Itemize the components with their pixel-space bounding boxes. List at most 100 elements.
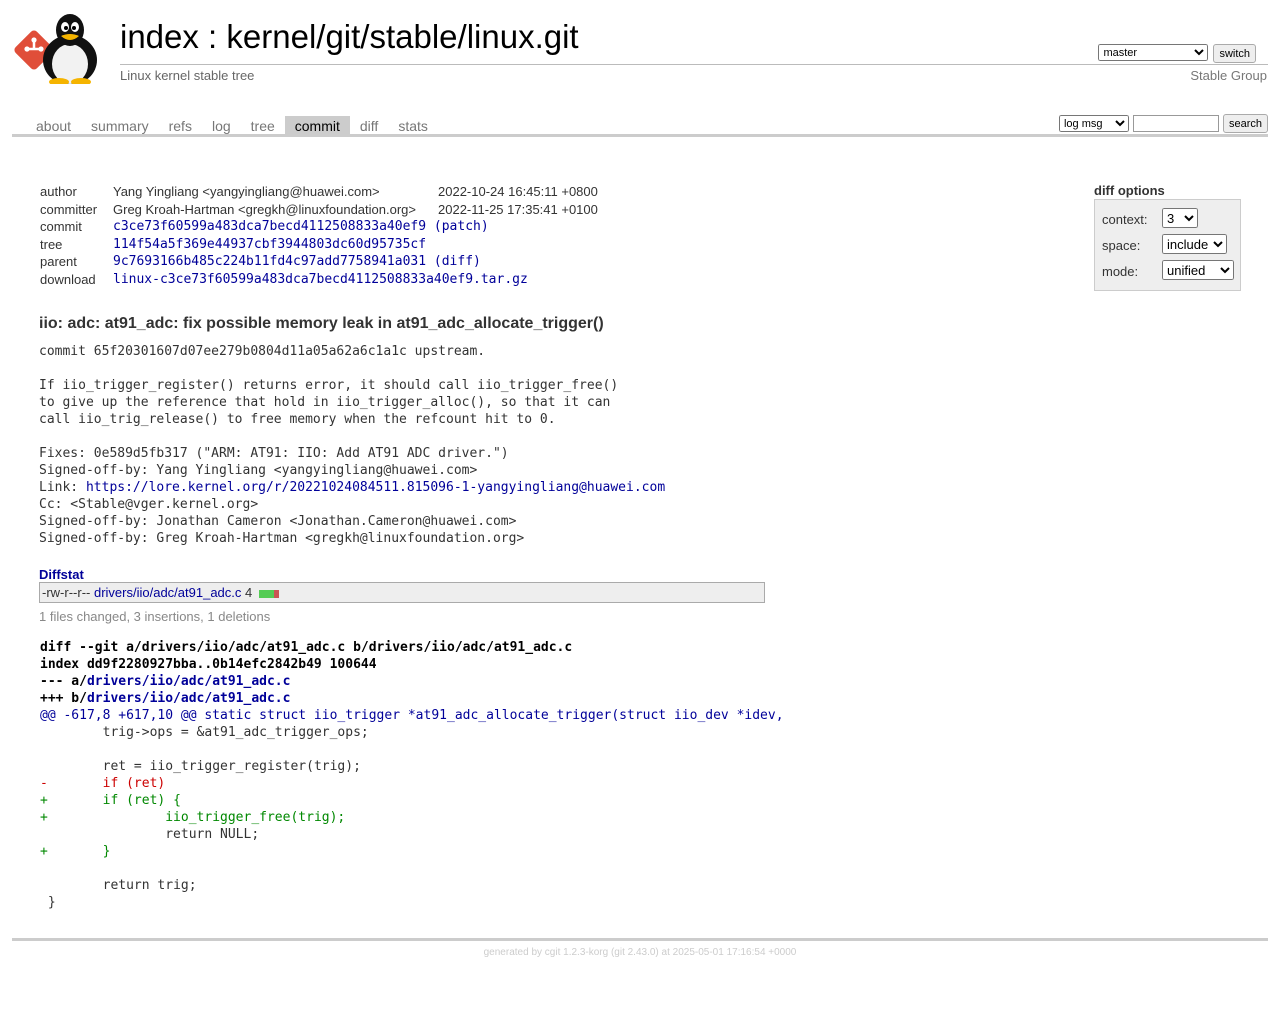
diff-line [40, 860, 784, 877]
tab-stats[interactable]: stats [388, 116, 438, 134]
search-button[interactable]: search [1222, 114, 1268, 133]
download-label: download [40, 271, 96, 287]
message-line: Fixes: 0e589d5fb317 ("ARM: AT91: IIO: Ad… [39, 446, 509, 461]
tab-bar: about summary refs log tree commit diff … [12, 114, 1268, 137]
branch-switch-form: master switch [1098, 44, 1256, 63]
diffstat-table: -rw-r--r-- drivers/iio/adc/at91_adc.c 4 [39, 582, 765, 603]
diff-line-added: + if (ret) { [40, 793, 181, 808]
plus-prefix: +++ b/ [40, 691, 87, 706]
commit-hash-group: c3ce73f60599a483dca7becd4112508833a40ef9… [113, 219, 489, 235]
context-option-row: context: 3 [1102, 206, 1234, 232]
old-file-link[interactable]: drivers/iio/adc/at91_adc.c [87, 674, 291, 689]
footer-version: (git 2.43.0) at 2025-05-01 17:16:54 +000… [608, 947, 797, 958]
diff-line: return trig; [40, 878, 197, 893]
space-label: space: [1102, 238, 1141, 253]
tab-summary[interactable]: summary [81, 116, 159, 134]
repo-description: Linux kernel stable tree [120, 68, 255, 83]
message-link-line: Link: https://lore.kernel.org/r/20221024… [39, 479, 665, 496]
message-line: Cc: <Stable@vger.kernel.org> [39, 497, 259, 512]
author-date: 2022-10-24 16:45:11 +0800 [438, 184, 598, 199]
diff-plus-header: +++ b/drivers/iio/adc/at91_adc.c [40, 690, 784, 707]
switch-button[interactable]: switch [1213, 44, 1256, 63]
download-link[interactable]: linux-c3ce73f60599a483dca7becd4112508833… [113, 272, 528, 287]
tab-refs[interactable]: refs [159, 116, 202, 134]
diff-line-deleted: - if (ret) [40, 776, 166, 791]
message-line: to give up the reference that hold in ii… [39, 395, 611, 410]
footer-divider [12, 938, 1268, 941]
parent-hash-group: 9c7693166b485c224b11fd4c97add7758941a031… [113, 254, 481, 270]
message-line: Signed-off-by: Jonathan Cameron <Jonatha… [39, 514, 517, 529]
context-select[interactable]: 3 [1162, 208, 1198, 228]
repo-owner: Stable Group [1190, 68, 1267, 83]
index-link[interactable]: index [120, 18, 199, 55]
page-title: index : kernel/git/stable/linux.git [120, 18, 579, 56]
repo-path-link[interactable]: kernel/git/stable/linux.git [226, 18, 578, 55]
diff-line: } [40, 895, 56, 910]
message-line: If iio_trigger_register() returns error,… [39, 378, 619, 393]
footer-prefix: generated by [483, 947, 545, 958]
parent-label: parent [40, 254, 77, 270]
diffstat-link[interactable]: Diffstat [39, 567, 84, 582]
parent-hash-link[interactable]: 9c7693166b485c224b11fd4c97add7758941a031 [113, 254, 426, 269]
cgit-link[interactable]: cgit 1.2.3-korg [545, 947, 608, 958]
mode-select[interactable]: unified [1162, 260, 1234, 280]
commit-hash-link[interactable]: c3ce73f60599a483dca7becd4112508833a40ef9 [113, 219, 426, 234]
diffstat-row: -rw-r--r-- drivers/iio/adc/at91_adc.c 4 [42, 585, 279, 601]
diffstat-changes: 4 [245, 585, 253, 600]
diffstat-bar [258, 586, 279, 601]
diffstat-file-link[interactable]: drivers/iio/adc/at91_adc.c [94, 585, 241, 600]
diff-minus-header: --- a/drivers/iio/adc/at91_adc.c [40, 673, 784, 690]
space-select[interactable]: include [1162, 234, 1227, 254]
tab-about[interactable]: about [26, 116, 81, 134]
tree-hash-group: 114f54a5f369e44937cbf3944803dc60d95735cf [113, 237, 426, 252]
message-line [39, 428, 665, 445]
tab-log[interactable]: log [202, 116, 241, 134]
title-separator: : [198, 18, 227, 55]
patch-link[interactable]: patch [442, 219, 481, 234]
message-line: commit 65f20301607d07ee279b0804d11a05a62… [39, 344, 486, 359]
tab-tree[interactable]: tree [241, 116, 285, 134]
git-penguin-logo[interactable] [14, 12, 110, 86]
tree-label: tree [40, 236, 63, 252]
message-line: call iio_trig_release() to free memory w… [39, 412, 556, 427]
commit-subject: iio: adc: at91_adc: fix possible memory … [39, 315, 604, 332]
lore-link[interactable]: https://lore.kernel.org/r/20221024084511… [86, 480, 665, 495]
diff-index-header: index dd9f2280927bba..0b14efc2842b49 100… [40, 657, 377, 672]
diff-line-added: + iio_trigger_free(trig); [40, 810, 346, 825]
tab-commit[interactable]: commit [284, 116, 350, 134]
commit-label: commit [40, 219, 82, 235]
author-label: author [40, 184, 77, 199]
context-label: context: [1102, 212, 1148, 227]
diff-line: trig->ops = &at91_adc_trigger_ops; [40, 725, 369, 740]
search-type-select[interactable]: log msg [1058, 115, 1129, 132]
branch-select[interactable]: master [1098, 44, 1209, 61]
diff-options-title: diff options [1094, 183, 1165, 198]
diff-line [40, 741, 784, 758]
parent-diff-link[interactable]: diff [442, 254, 473, 269]
tab-list: about summary refs log tree commit diff … [26, 116, 438, 134]
diff-line-added: + } [40, 844, 111, 859]
tab-diff[interactable]: diff [350, 116, 388, 134]
search-input[interactable] [1132, 115, 1219, 132]
diff-view: diff --git a/drivers/iio/adc/at91_adc.c … [40, 639, 784, 911]
insertions-bar [258, 590, 274, 599]
download-group: linux-c3ce73f60599a483dca7becd4112508833… [113, 272, 528, 287]
mode-option-row: mode: unified [1102, 258, 1234, 284]
tree-hash-link[interactable]: 114f54a5f369e44937cbf3944803dc60d95735cf [113, 237, 426, 252]
diffstat-summary: 1 files changed, 3 insertions, 1 deletio… [39, 609, 271, 624]
file-mode: -rw-r--r-- [42, 585, 91, 600]
commit-message: commit 65f20301607d07ee279b0804d11a05a62… [39, 343, 665, 547]
footer: generated by cgit 1.2.3-korg (git 2.43.0… [0, 947, 1280, 958]
diff-git-header: diff --git a/drivers/iio/adc/at91_adc.c … [40, 640, 573, 655]
header-divider [120, 64, 1268, 65]
author-value: Yang Yingliang <yangyingliang@huawei.com… [113, 184, 380, 199]
link-prefix: Link: [39, 480, 86, 495]
message-line: Signed-off-by: Greg Kroah-Hartman <gregk… [39, 531, 525, 546]
diff-options-box: context: 3 space: include mode: unified [1094, 199, 1241, 291]
message-line [39, 360, 665, 377]
diff-line: ret = iio_trigger_register(trig); [40, 759, 361, 774]
diff-line: return NULL; [40, 827, 260, 842]
search-form: log msg search [1058, 114, 1268, 133]
new-file-link[interactable]: drivers/iio/adc/at91_adc.c [87, 691, 291, 706]
hunk-header: @@ -617,8 +617,10 @@ static struct iio_t… [40, 708, 784, 723]
